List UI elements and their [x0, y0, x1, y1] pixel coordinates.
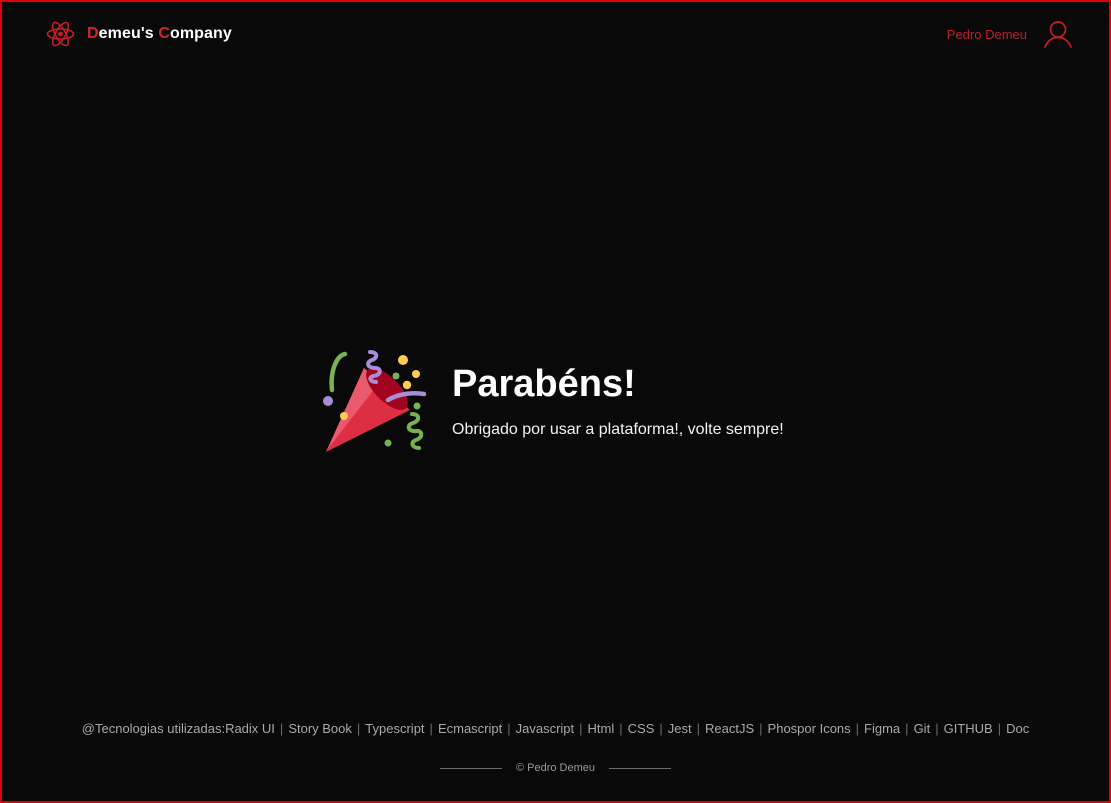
- tech-item: Figma: [864, 721, 901, 736]
- separator: |: [619, 721, 623, 736]
- separator: |: [279, 721, 284, 736]
- separator: |: [429, 721, 433, 736]
- party-popper-icon: [323, 350, 427, 452]
- tech-item: Javascript: [515, 721, 575, 736]
- brand-logo[interactable]: Demeu's Company: [46, 20, 232, 48]
- tech-prefix: @Tecnologias utilizadas:: [81, 721, 226, 736]
- congrats-text: Parabéns! Obrigado por usar a plataforma…: [452, 348, 784, 440]
- tech-item: Git: [913, 721, 931, 736]
- separator: |: [356, 721, 361, 736]
- congrats-section: Parabéns! Obrigado por usar a plataforma…: [320, 348, 784, 458]
- tech-item: CSS: [627, 721, 655, 736]
- tech-item: Radix UI: [225, 721, 275, 736]
- separator: |: [935, 721, 939, 736]
- user-menu[interactable]: Pedro Demeu: [947, 18, 1073, 50]
- tech-item: ReactJS: [705, 721, 755, 736]
- user-icon[interactable]: [1043, 19, 1073, 49]
- atom-icon: [46, 21, 75, 47]
- separator: |: [696, 721, 701, 736]
- brand-name-part1: emeu's: [98, 25, 159, 42]
- tech-item: Jest: [667, 721, 692, 736]
- copyright-text: © Pedro Demeu: [515, 762, 596, 774]
- brand-initial-c: C: [158, 25, 170, 42]
- congrats-title: Parabéns!: [452, 363, 636, 405]
- brand-initial-d: D: [87, 25, 99, 42]
- tech-item: Story Book: [288, 721, 352, 736]
- separator: |: [659, 721, 663, 736]
- separator: |: [759, 721, 763, 736]
- separator: |: [997, 721, 1002, 736]
- brand-name: Demeu's Company: [87, 25, 232, 43]
- congrats-subtitle: Obrigado por usar a plataforma!, volte s…: [452, 421, 784, 438]
- tech-item: Html: [587, 721, 615, 736]
- user-name: Pedro Demeu: [946, 26, 1027, 42]
- divider-right: [609, 767, 672, 769]
- separator: |: [507, 721, 511, 736]
- brand-name-part2: ompany: [169, 25, 232, 42]
- tech-item: Typescript: [365, 721, 425, 736]
- tech-item: Ecmascript: [437, 721, 503, 736]
- tech-item: Doc: [1006, 721, 1030, 736]
- top-bar: Demeu's Company Pedro Demeu: [0, 0, 1111, 70]
- tech-list: @Tecnologias utilizadas:Radix UI | Story B…: [0, 721, 1111, 736]
- separator: |: [855, 721, 860, 736]
- tech-item: Phospor Icons: [767, 721, 851, 736]
- tech-item: GITHUB: [943, 721, 993, 736]
- divider-left: [439, 767, 502, 769]
- separator: |: [579, 721, 583, 736]
- separator: |: [905, 721, 909, 736]
- copyright: © Pedro Demeu: [0, 762, 1111, 774]
